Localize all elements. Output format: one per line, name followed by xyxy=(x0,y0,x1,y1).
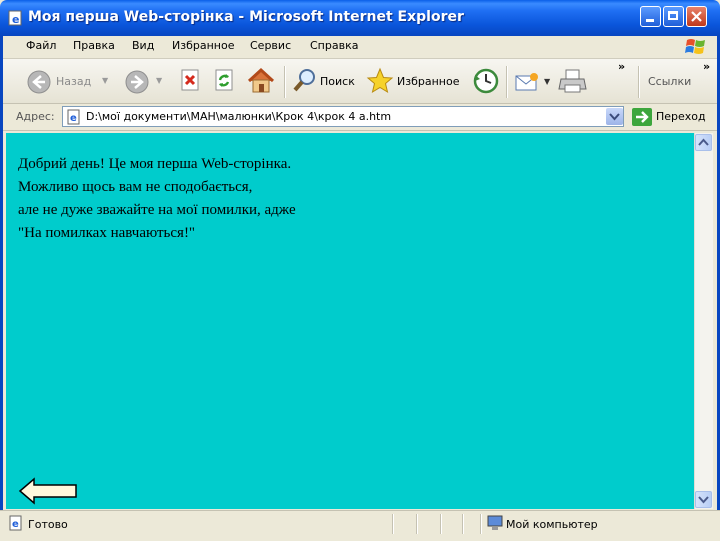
status-bar xyxy=(0,510,720,541)
favorites-button-label[interactable]: Избранное xyxy=(397,75,459,88)
forward-arrow-icon[interactable] xyxy=(124,69,150,95)
windows-logo-icon xyxy=(685,39,705,54)
page-status-icon: e xyxy=(9,515,22,531)
menu-help[interactable]: Справка xyxy=(310,39,358,52)
links-label[interactable]: Ссылки xyxy=(648,75,691,88)
close-icon xyxy=(691,11,702,22)
back-dropdown-icon[interactable]: ▼ xyxy=(102,76,108,85)
window-title: Моя перша Web-сторінка - Microsoft Inter… xyxy=(28,9,464,25)
search-icon[interactable] xyxy=(292,67,318,95)
status-separator xyxy=(416,514,418,534)
menu-edit[interactable]: Правка xyxy=(73,39,115,52)
toolbar-separator xyxy=(638,66,640,98)
scroll-up-button[interactable] xyxy=(695,134,712,151)
back-button-label[interactable]: Назад xyxy=(56,75,91,88)
security-zone-text: Мой компьютер xyxy=(506,518,598,531)
address-value[interactable]: D:\мої документи\МАН\малюнки\Крок 4\крок… xyxy=(86,110,391,123)
window-border-left xyxy=(0,36,3,540)
search-button-label[interactable]: Поиск xyxy=(320,75,355,88)
status-separator xyxy=(480,514,482,534)
links-overflow-chevron[interactable]: » xyxy=(703,60,710,73)
computer-icon xyxy=(487,515,503,530)
go-arrow-icon[interactable] xyxy=(632,108,652,126)
page-text: Добрий день! Це моя перша Web-сторінка. … xyxy=(18,153,296,245)
toolbar-separator xyxy=(506,66,508,98)
chevron-up-icon xyxy=(698,138,709,146)
page-icon: e xyxy=(67,109,80,125)
menu-favorites[interactable]: Избранное xyxy=(172,39,234,52)
minimize-button[interactable] xyxy=(640,6,661,27)
page-line: але не дуже зважайте на мої помилки, адж… xyxy=(18,202,296,218)
status-separator xyxy=(392,514,394,534)
address-label: Адрес: xyxy=(16,110,55,123)
mail-dropdown-icon[interactable]: ▼ xyxy=(544,77,550,86)
svg-text:e: e xyxy=(12,519,19,530)
home-icon[interactable] xyxy=(246,67,276,95)
status-separator xyxy=(440,514,442,534)
toolbar-overflow-chevron[interactable]: » xyxy=(618,60,625,73)
page-line: Добрий день! Це моя перша Web-сторінка. xyxy=(18,156,292,172)
status-text: Готово xyxy=(28,518,68,531)
scroll-down-button[interactable] xyxy=(695,491,712,508)
forward-dropdown-icon[interactable]: ▼ xyxy=(156,76,162,85)
chevron-down-icon xyxy=(698,496,709,504)
status-separator xyxy=(462,514,464,534)
menu-tools[interactable]: Сервис xyxy=(250,39,291,52)
chevron-down-icon xyxy=(609,113,620,121)
maximize-button[interactable] xyxy=(663,6,684,27)
go-button-label[interactable]: Переход xyxy=(656,110,706,123)
refresh-icon[interactable] xyxy=(214,69,236,93)
page-line: Можливо щось вам не сподобається, xyxy=(18,179,253,195)
address-dropdown-button[interactable] xyxy=(606,108,623,125)
stop-icon[interactable] xyxy=(180,69,202,93)
ie-page-icon: e xyxy=(8,10,22,26)
svg-text:e: e xyxy=(12,13,19,26)
history-icon[interactable] xyxy=(472,67,500,95)
mail-icon[interactable] xyxy=(514,69,542,95)
favorites-star-icon[interactable] xyxy=(366,67,394,95)
toolbar-separator xyxy=(284,66,286,98)
close-button[interactable] xyxy=(686,6,707,27)
vertical-scrollbar[interactable] xyxy=(694,133,713,509)
back-arrow-icon[interactable] xyxy=(26,69,52,95)
menu-file[interactable]: Файл xyxy=(26,39,56,52)
svg-text:e: e xyxy=(70,113,77,124)
print-icon[interactable] xyxy=(558,67,588,95)
back-link-arrow-icon[interactable] xyxy=(18,477,80,505)
page-line: "На помилках навчаються!" xyxy=(18,225,196,241)
menu-view[interactable]: Вид xyxy=(132,39,154,52)
